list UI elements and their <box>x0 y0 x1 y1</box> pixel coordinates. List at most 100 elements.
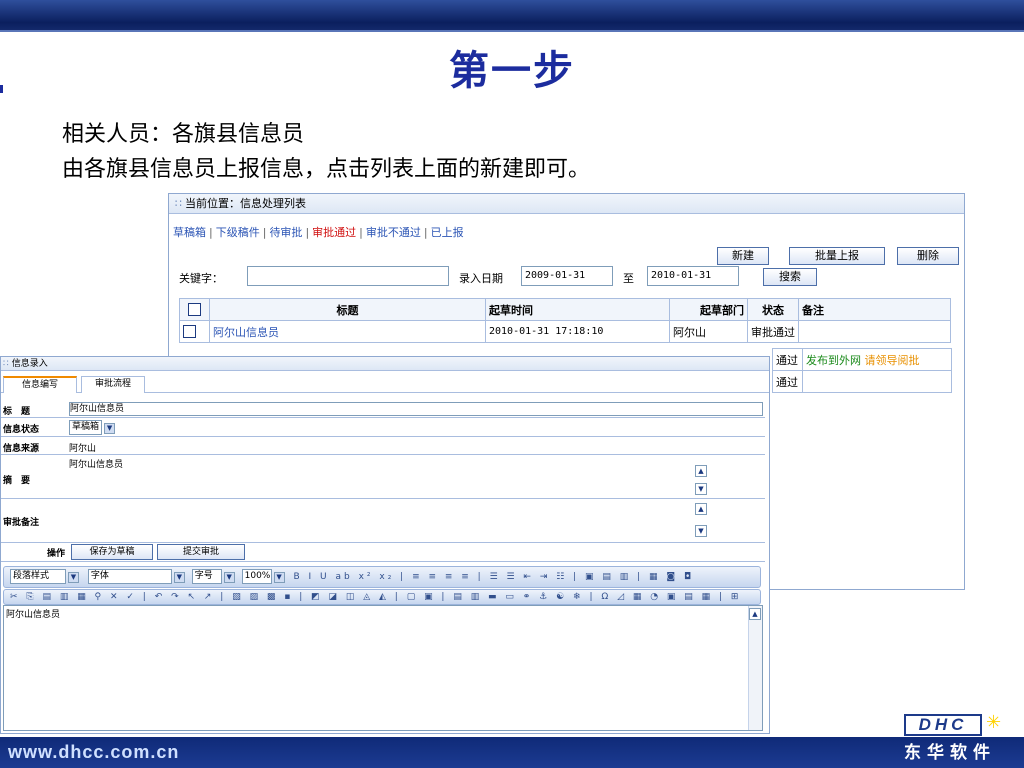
row-time: 2010-01-31 17:18:10 <box>485 320 670 343</box>
action-row: 操作 保存为草稿 提交审批 <box>1 543 765 562</box>
row-note <box>802 370 952 393</box>
keyword-input[interactable] <box>247 266 449 286</box>
state-select[interactable]: 草稿箱 ▼ <box>69 420 116 435</box>
top-divider <box>0 30 1024 32</box>
slide-title: 第一步 <box>449 48 575 94</box>
chevron-down-icon: ▼ <box>104 423 116 434</box>
logo-dhc: DHC <box>904 714 982 736</box>
tab-approved[interactable]: 审批通过 <box>312 226 356 239</box>
editor-scrollbar[interactable]: ▲ <box>748 606 762 730</box>
state-label: 信息状态 <box>3 425 40 435</box>
tab-separator: | <box>209 226 213 239</box>
approve-link[interactable]: 请领导阅批 <box>865 354 920 367</box>
tab-sub-drafts[interactable]: 下级稿件 <box>216 226 260 239</box>
table-header-row: 标题 起草时间 起草部门 状态 备注 <box>179 298 951 321</box>
grip-icon: ∷ <box>175 197 182 210</box>
keyword-label: 关键字： <box>179 272 223 285</box>
title-input[interactable]: 阿尔山信息员 <box>69 402 763 416</box>
zoom-select[interactable]: 100% <box>241 569 272 584</box>
scroll-up-icon[interactable]: ▲ <box>695 503 707 515</box>
row-note: 发布到外网 请领导阅批 <box>802 348 952 371</box>
tab-compose[interactable]: 信息编写 <box>3 376 77 393</box>
row-note <box>798 320 951 343</box>
slide-text-instruction: 由各旗县信息员上报信息，点击列表上面的新建即可。 <box>62 157 591 182</box>
row-dept: 阿尔山 <box>669 320 748 343</box>
company-logo: DHC ✳ 东华软件 <box>898 712 1018 766</box>
col-dept: 起草部门 <box>669 298 748 321</box>
col-time: 起草时间 <box>485 298 670 321</box>
submit-approval-button[interactable]: 提交审批 <box>157 544 245 560</box>
state-select-value: 草稿箱 <box>69 420 103 435</box>
batch-report-button[interactable]: 批量上报 <box>789 247 885 265</box>
chevron-down-icon: ▼ <box>273 572 285 583</box>
date-label: 录入日期 <box>459 272 503 285</box>
editor-toolbar-row1: 段落样式 ▼ 字体 ▼ 字号 ▼ 100% ▼ B I U ab x² x₂ | ≡ ≡… <box>3 566 761 588</box>
chevron-down-icon: ▼ <box>68 572 79 583</box>
scroll-up-icon[interactable]: ▲ <box>749 608 761 620</box>
date-from-input[interactable]: 2009-01-31 <box>521 266 613 286</box>
chevron-down-icon: ▼ <box>173 572 185 583</box>
tab-approval-flow[interactable]: 审批流程 <box>81 376 145 393</box>
style-select[interactable]: 段落样式 <box>10 569 66 584</box>
publish-link[interactable]: 发布到外网 <box>806 354 861 367</box>
format-tools-icon[interactable]: B I U ab x² x₂ | ≡ ≡ ≡ ≡ | ☰ ☰ ⇤ ⇥ ☷ | ▣… <box>294 572 695 582</box>
row-select-cell <box>179 320 210 343</box>
select-all-cell <box>179 298 210 321</box>
info-table: 标题 起草时间 起草部门 状态 备注 阿尔山信息员 2010-01-31 17:… <box>179 298 951 343</box>
tab-separator: | <box>262 226 267 239</box>
underlying-table-rows: 通过 发布到外网 请领导阅批 通过 <box>772 348 952 393</box>
form-header: ∷ 信息录入 <box>1 357 769 371</box>
source-value: 阿尔山 <box>69 444 97 454</box>
form-tabs: 信息编写 审批流程 <box>1 374 769 393</box>
table-row[interactable]: 阿尔山信息员 2010-01-31 17:18:10 阿尔山 审批通过 <box>179 320 951 343</box>
row-status: 通过 <box>772 370 803 393</box>
row-title-link[interactable]: 阿尔山信息员 <box>209 320 486 343</box>
scroll-up-icon[interactable]: ▲ <box>695 465 707 477</box>
select-all-checkbox[interactable] <box>188 303 201 317</box>
state-row: 信息状态 草稿箱 ▼ <box>1 418 765 437</box>
col-note: 备注 <box>798 298 951 321</box>
source-label: 信息来源 <box>3 444 40 454</box>
col-title: 标题 <box>209 298 486 321</box>
source-row: 信息来源 阿尔山 <box>1 437 765 455</box>
new-button[interactable]: 新建 <box>717 247 769 265</box>
editor-content: 阿尔山信息员 <box>6 610 61 620</box>
list-header: ∷ 当前位置：信息处理列表 <box>169 194 964 214</box>
logo-cn: 东华软件 <box>904 743 996 763</box>
tab-pending[interactable]: 待审批 <box>269 226 302 239</box>
rich-text-editor[interactable]: 阿尔山信息员 ▲ <box>3 605 763 731</box>
chevron-down-icon: ▼ <box>223 572 235 583</box>
table-row: 通过 <box>772 370 952 393</box>
search-button[interactable]: 搜索 <box>763 268 817 286</box>
edit-tools-icon[interactable]: ✂ ⎘ ▤ ▥ ▦ ⚲ ✕ ✓ | ↶ ↷ ↖ ↗ | ▧ ▨ ▩ ▪ | ◩ … <box>10 592 741 602</box>
date-to-input[interactable]: 2010-01-31 <box>647 266 739 286</box>
scroll-down-icon[interactable]: ▼ <box>695 483 707 495</box>
row-status: 审批通过 <box>747 320 799 343</box>
remark-row: 审批备注 ▲ ▼ <box>1 499 765 543</box>
summary-row: 摘 要 阿尔山信息员 ▲ ▼ <box>1 455 765 499</box>
delete-button[interactable]: 删除 <box>897 247 959 265</box>
tab-rejected[interactable]: 审批不通过 <box>366 226 421 239</box>
info-entry-panel: ∷ 信息录入 信息编写 审批流程 标 题 阿尔山信息员 信息状态 草稿箱 ▼ 信息来… <box>0 356 770 734</box>
summary-label: 摘 要 <box>3 476 31 486</box>
list-header-text: 当前位置：信息处理列表 <box>185 197 306 210</box>
tab-reported[interactable]: 已上报 <box>431 226 464 239</box>
sparkle-icon: ✳ <box>986 712 1002 733</box>
title-row: 标 题 阿尔山信息员 <box>1 401 765 418</box>
row-status: 通过 <box>772 348 803 371</box>
size-select[interactable]: 字号 <box>191 569 222 584</box>
save-draft-button[interactable]: 保存为草稿 <box>71 544 153 560</box>
top-banner <box>0 0 1024 30</box>
scroll-down-icon[interactable]: ▼ <box>695 525 707 537</box>
tab-drafts[interactable]: 草稿箱 <box>173 226 206 239</box>
tab-separator: | <box>359 226 363 239</box>
status-tabs: 草稿箱 | 下级稿件 | 待审批 | 审批通过 | 审批不通过 | 已上报 <box>173 224 464 240</box>
slide: 第一步 相关人员：各旗县信息员 由各旗县信息员上报信息，点击列表上面的新建即可。… <box>0 0 1024 768</box>
grip-icon: ∷ <box>3 359 9 369</box>
row-checkbox[interactable] <box>183 325 196 339</box>
tab-separator: | <box>305 226 310 239</box>
font-select[interactable]: 字体 <box>87 569 172 584</box>
summary-text[interactable]: 阿尔山信息员 <box>69 457 123 470</box>
col-status: 状态 <box>747 298 799 321</box>
date-to-label: 至 <box>623 272 634 285</box>
